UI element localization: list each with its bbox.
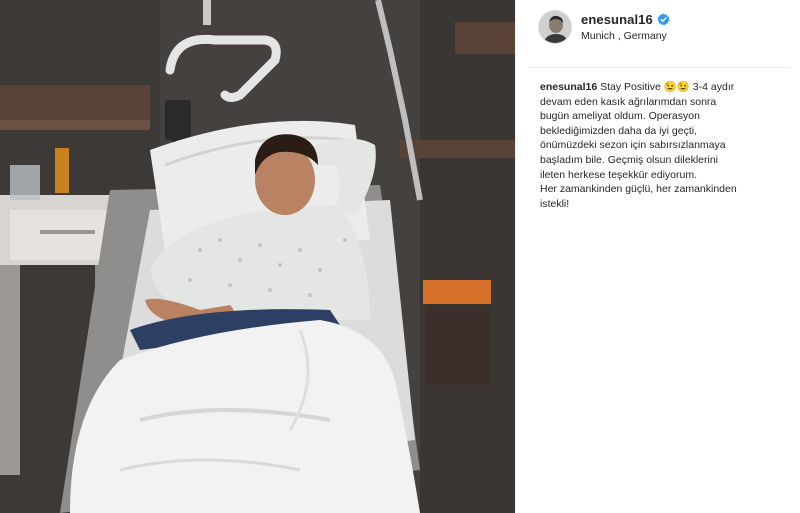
post-caption: enesunal16 Stay Positive 😉😉 3-4 aydır de… — [516, 68, 800, 211]
hospital-bed-photo — [0, 0, 515, 513]
post-header: enesunal16 Munich , Germany — [516, 0, 800, 54]
verified-badge-icon — [657, 13, 670, 26]
profile-photo-icon — [539, 11, 571, 43]
location-link[interactable]: Munich , Germany — [581, 30, 670, 42]
instagram-post: enesunal16 Munich , Germany enesunal16 S… — [0, 0, 800, 513]
post-sidebar: enesunal16 Munich , Germany enesunal16 S… — [515, 0, 800, 513]
username-link[interactable]: enesunal16 — [581, 12, 653, 27]
avatar[interactable] — [538, 10, 572, 44]
post-photo[interactable] — [0, 0, 515, 513]
caption-username-link[interactable]: enesunal16 — [540, 81, 597, 93]
caption-text: Stay Positive 😉😉 3-4 aydır devam eden ka… — [540, 81, 737, 210]
